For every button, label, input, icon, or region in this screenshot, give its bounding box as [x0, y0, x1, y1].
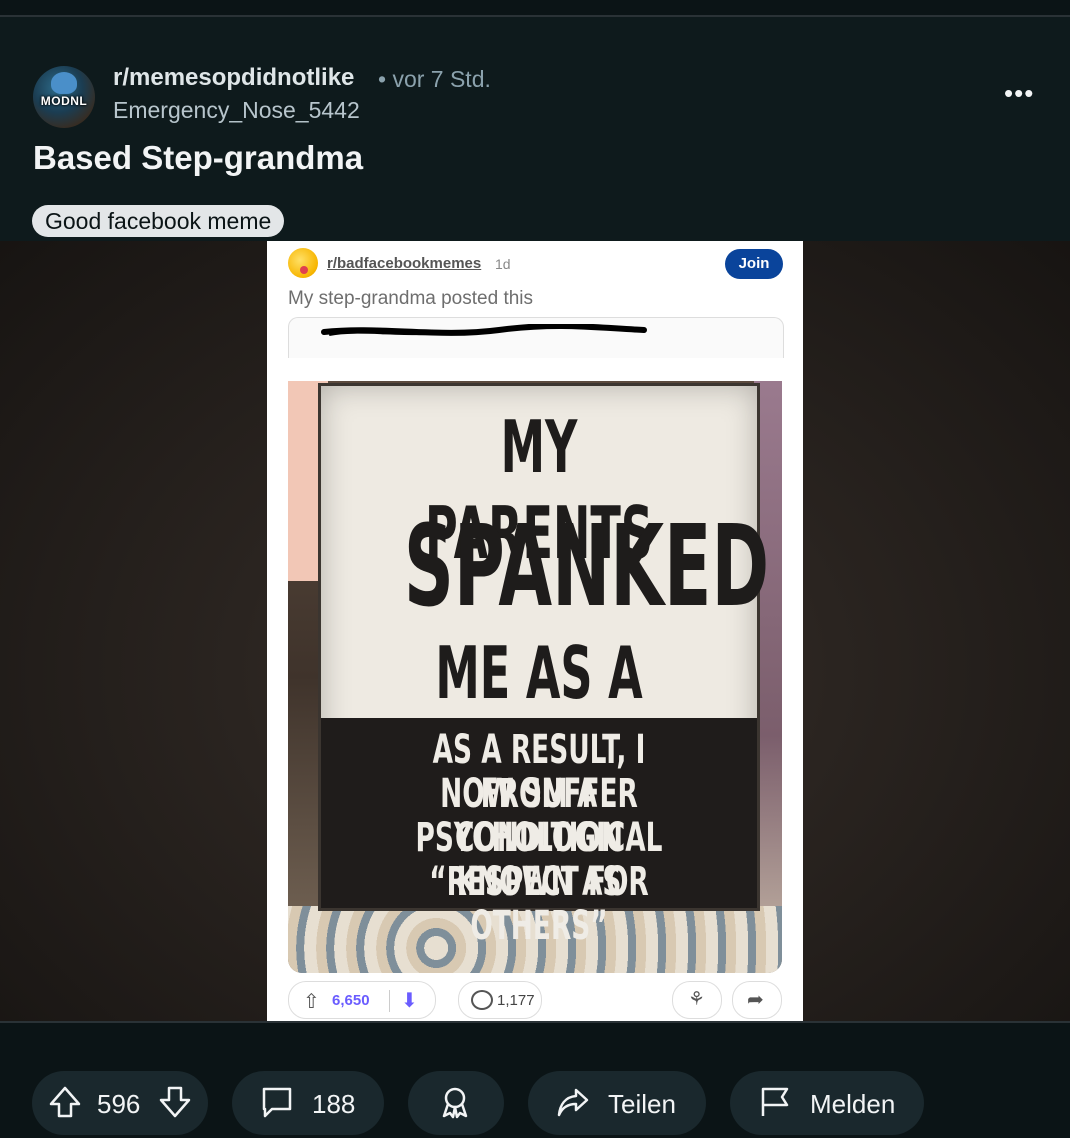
award-icon	[442, 1087, 468, 1119]
embedded-vote-count: 6,650	[332, 992, 370, 1009]
upvote-icon[interactable]	[48, 1085, 82, 1119]
action-bar: 596 188 Teilen Melden	[0, 1021, 1070, 1138]
report-label: Melden	[810, 1089, 896, 1119]
embedded-card-header	[288, 317, 784, 358]
mascot-icon	[51, 72, 77, 94]
embedded-comment-count: 1,177	[497, 992, 535, 1009]
post-time: • vor 7 Std.	[378, 66, 491, 92]
downvote-icon[interactable]	[158, 1085, 192, 1119]
embedded-share-pill: ➦	[732, 981, 782, 1019]
sign-bottom-line-4: “RESPECT FOR OTHERS”	[429, 859, 649, 949]
sign-photo: MY PARENTS SPANKED ME AS A CHILD AS A RE…	[288, 381, 782, 973]
embedded-vote-pill: ⇧ 6,650 ⬇	[288, 981, 436, 1019]
redaction-scribble	[321, 324, 647, 336]
embedded-share-icon: ➦	[747, 989, 764, 1011]
award-button[interactable]	[408, 1071, 504, 1135]
comment-icon	[262, 1087, 292, 1118]
share-icon	[557, 1088, 589, 1117]
top-bar	[0, 0, 1070, 17]
embedded-comment-pill: 1,177	[458, 981, 542, 1019]
embedded-award-icon: ⚘	[688, 989, 706, 1010]
embedded-screenshot: r/badfacebookmemes 1d Join My step-grand…	[267, 241, 803, 1021]
subreddit-name[interactable]: r/memesopdidnotlike	[113, 64, 354, 92]
more-options-icon[interactable]: •••	[1004, 78, 1034, 109]
embedded-upvote-icon: ⇧	[303, 991, 320, 1013]
embedded-downvote-icon: ⬇	[401, 990, 418, 1012]
embedded-action-bar: ⇧ 6,650 ⬇ 1,177 ⚘ ➦	[288, 981, 782, 1019]
share-button[interactable]: Teilen	[528, 1071, 706, 1135]
embedded-comment-icon	[471, 990, 493, 1010]
avatar-logo-text: MODNL	[40, 94, 88, 108]
comments-button[interactable]: 188	[232, 1071, 384, 1135]
post-media[interactable]: r/badfacebookmemes 1d Join My step-grand…	[0, 241, 1070, 1021]
post-title: Based Step-grandma	[33, 139, 364, 176]
author-name[interactable]: Emergency_Nose_5442	[113, 97, 360, 124]
subreddit-emoji-icon	[288, 248, 318, 278]
embedded-award-pill: ⚘	[672, 981, 722, 1019]
flag-icon	[761, 1087, 789, 1116]
comment-count: 188	[312, 1089, 356, 1119]
metal-sign: MY PARENTS SPANKED ME AS A CHILD AS A RE…	[318, 383, 770, 948]
embedded-vote-divider	[389, 990, 390, 1012]
subreddit-avatar[interactable]: MODNL	[33, 66, 95, 128]
sign-bottom-band: AS A RESULT, I NOW SUFFER FROM A PSYCHOL…	[321, 718, 757, 948]
vote-button-group: 596	[32, 1071, 208, 1135]
embedded-subreddit: r/badfacebookmemes	[327, 255, 482, 272]
embedded-join-button: Join	[725, 249, 783, 279]
vote-count: 596	[97, 1089, 141, 1119]
share-label: Teilen	[608, 1089, 676, 1119]
post-flair[interactable]: Good facebook meme	[32, 205, 285, 237]
sign-line-2: SPANKED	[403, 502, 770, 632]
report-button[interactable]: Melden	[730, 1071, 924, 1135]
embedded-age: 1d	[495, 256, 511, 272]
embedded-caption: My step-grandma posted this	[288, 288, 534, 309]
